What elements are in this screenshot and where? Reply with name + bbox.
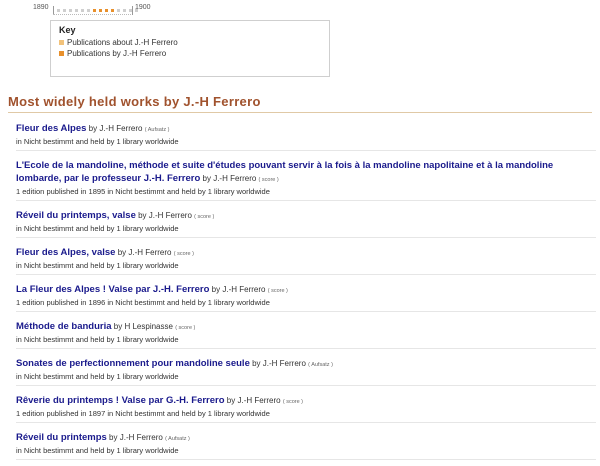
list-item: Réveil du printemps, valse by J.-H Ferre… xyxy=(16,207,596,238)
timeline-dot-about xyxy=(123,9,126,12)
publication-info: in Nicht bestimmt and held by 1 library … xyxy=(16,372,179,381)
list-item: Sonates de perfectionnement pour mandoli… xyxy=(16,355,596,386)
timeline-axis xyxy=(53,14,133,15)
key-item-about: Publications about J.-H Ferrero xyxy=(59,37,321,48)
list-item: Fleur des Alpes, valse by J.-H Ferrero (… xyxy=(16,244,596,275)
timeline-end-tick xyxy=(132,6,133,15)
by-label: by xyxy=(211,285,221,294)
by-label: by xyxy=(88,124,98,133)
author-name: J.-H Ferrero xyxy=(128,248,172,257)
author-name: J.-H Ferrero xyxy=(222,285,266,294)
work-title-link[interactable]: Réveil du printemps, valse xyxy=(16,210,136,221)
work-title-link[interactable]: La Fleur des Alpes ! Valse par J.-H. Fer… xyxy=(16,284,209,295)
key-item-by: Publications by J.-H Ferrero xyxy=(59,48,321,59)
by-label: by xyxy=(109,433,118,442)
format-tag: ( score ) xyxy=(173,251,194,257)
author-name: J.-H Ferrero xyxy=(262,359,306,368)
timeline-end-year: 1900 xyxy=(135,4,151,11)
timeline-dot-by xyxy=(99,9,102,12)
timeline-dot-about xyxy=(87,9,90,12)
publication-info: 1 edition published in 1897 in Nicht bes… xyxy=(16,409,270,418)
list-item: L'Ecole de la mandoline, méthode et suit… xyxy=(16,157,596,201)
by-label: by xyxy=(252,359,261,368)
key-title: Key xyxy=(59,25,76,35)
by-label: by xyxy=(202,174,211,183)
timeline-dot-about xyxy=(63,9,66,12)
format-tag: ( score ) xyxy=(258,177,279,183)
format-tag: ( Aufsatz ) xyxy=(144,127,170,133)
publication-info: 1 edition published in 1895 in Nicht bes… xyxy=(16,187,270,196)
format-tag: ( Aufsatz ) xyxy=(308,362,333,368)
publication-info: in Nicht bestimmt and held by 1 library … xyxy=(16,335,179,344)
author-name: J.-H Ferrero xyxy=(99,124,143,133)
by-swatch xyxy=(59,51,64,56)
timeline-dot-about xyxy=(75,9,78,12)
work-title-link[interactable]: Fleur des Alpes xyxy=(16,123,86,134)
publication-timeline: 1890 1900 xyxy=(33,3,173,17)
key-item-label: Publications about J.-H Ferrero xyxy=(67,38,178,47)
by-label: by xyxy=(117,248,127,257)
timeline-dot-about xyxy=(57,9,60,12)
work-title-link[interactable]: Rêverie du printemps ! Valse par G.-H. F… xyxy=(16,395,225,406)
author-name: J.-H Ferrero xyxy=(148,211,192,220)
timeline-dot-about xyxy=(81,9,84,12)
about-swatch xyxy=(59,40,64,45)
publication-info: in Nicht bestimmt and held by 1 library … xyxy=(16,446,179,455)
publication-info: in Nicht bestimmt and held by 1 library … xyxy=(16,137,179,146)
publication-info: in Nicht bestimmt and held by 1 library … xyxy=(16,261,179,270)
work-title-link[interactable]: Réveil du printemps xyxy=(16,432,107,443)
work-title-link[interactable]: Méthode de banduria xyxy=(16,321,112,332)
work-title-link[interactable]: L'Ecole de la mandoline, méthode et suit… xyxy=(16,160,553,184)
list-item: Réveil du printemps by J.-H Ferrero ( Au… xyxy=(16,429,596,460)
timeline-dots xyxy=(57,9,138,12)
list-item: La Fleur des Alpes ! Valse par J.-H. Fer… xyxy=(16,281,596,312)
author-name: J.-H Ferrero xyxy=(237,396,281,405)
publication-info: 1 edition published in 1896 in Nicht bes… xyxy=(16,298,270,307)
timeline-dot-about xyxy=(69,9,72,12)
format-tag: ( score ) xyxy=(194,214,215,220)
by-label: by xyxy=(138,211,147,220)
key-legend: Key Publications about J.-H Ferrero Publ… xyxy=(50,20,330,77)
section-title: Most widely held works by J.-H Ferrero xyxy=(8,94,592,113)
works-list: Fleur des Alpes by J.-H Ferrero ( Aufsat… xyxy=(16,120,596,466)
work-title-link[interactable]: Fleur des Alpes, valse xyxy=(16,247,115,258)
format-tag: ( score ) xyxy=(175,325,196,331)
format-tag: ( score ) xyxy=(282,399,303,405)
format-tag: ( score ) xyxy=(267,288,288,294)
author-name: J.-H Ferrero xyxy=(213,174,257,183)
author-name: J.-H Ferrero xyxy=(119,433,163,442)
timeline-start-year: 1890 xyxy=(33,4,49,11)
timeline-dot-by xyxy=(105,9,108,12)
publication-info: in Nicht bestimmt and held by 1 library … xyxy=(16,224,179,233)
list-item: Méthode de banduria by H Lespinasse ( sc… xyxy=(16,318,596,349)
work-title-link[interactable]: Sonates de perfectionnement pour mandoli… xyxy=(16,358,250,369)
key-item-label: Publications by J.-H Ferrero xyxy=(67,49,167,58)
by-label: by xyxy=(226,396,236,405)
list-item: Fleur des Alpes by J.-H Ferrero ( Aufsat… xyxy=(16,120,596,151)
timeline-dot-about xyxy=(117,9,120,12)
timeline-dot-by xyxy=(111,9,114,12)
author-name: H Lespinasse xyxy=(124,322,173,331)
timeline-dot-by xyxy=(93,9,96,12)
list-item: Rêverie du printemps ! Valse par G.-H. F… xyxy=(16,392,596,423)
by-label: by xyxy=(113,322,123,331)
